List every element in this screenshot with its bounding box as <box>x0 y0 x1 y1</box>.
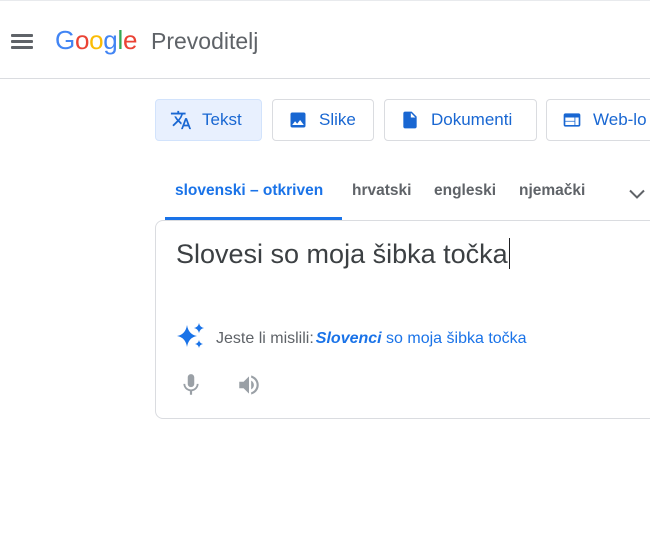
google-logo[interactable]: Google <box>55 25 137 56</box>
tab-german[interactable]: njemački <box>519 182 585 200</box>
sparkle-icon <box>176 322 206 355</box>
more-languages-button[interactable] <box>625 182 649 206</box>
app-header: Google Prevoditelj <box>0 0 650 79</box>
product-name: Prevoditelj <box>151 28 259 54</box>
suggestion-link[interactable]: Slovenci so moja šibka točka <box>316 330 527 348</box>
document-icon <box>399 109 421 131</box>
source-text-panel: Slovesi so moja šibka točka Jeste li mis… <box>155 220 650 419</box>
source-language-tabs: slovenski – otkriven hrvatski engleski n… <box>155 170 650 220</box>
mode-websites-button[interactable]: Web-lo <box>546 99 650 141</box>
tab-english[interactable]: engleski <box>434 182 496 200</box>
microphone-icon <box>183 374 199 395</box>
mode-documents-button[interactable]: Dokumenti <box>384 99 537 141</box>
listen-button[interactable] <box>236 372 264 398</box>
main-menu-button[interactable] <box>8 27 36 55</box>
suggestion-prefix: Jeste li mislili: <box>216 329 314 347</box>
voice-input-button[interactable] <box>178 372 204 398</box>
text-caret <box>508 238 511 269</box>
website-icon <box>561 109 583 131</box>
mode-images-label: Slike <box>319 110 356 129</box>
suggestion-corrected-word: Slovenci <box>315 329 382 347</box>
source-text-value: Slovesi so moja šibka točka <box>176 239 508 269</box>
suggestion-rest: so moja šibka točka <box>381 329 527 347</box>
tab-croatian[interactable]: hrvatski <box>352 182 411 200</box>
source-text-input[interactable]: Slovesi so moja šibka točka <box>176 238 511 270</box>
mode-websites-label: Web-lo <box>593 110 647 129</box>
top-divider <box>0 0 650 1</box>
image-icon <box>287 109 309 131</box>
speaker-icon <box>239 375 259 395</box>
mode-documents-label: Dokumenti <box>431 110 513 129</box>
mode-images-button[interactable]: Slike <box>272 99 374 141</box>
mode-text-button[interactable]: Tekst <box>155 99 262 141</box>
spelling-suggestion: Jeste li mislili: Slovenci so moja šibka… <box>176 322 527 355</box>
chevron-down-icon <box>629 189 645 199</box>
mode-text-label: Tekst <box>202 110 242 129</box>
tab-detected-language[interactable]: slovenski – otkriven <box>175 182 323 200</box>
translate-icon <box>170 109 192 131</box>
